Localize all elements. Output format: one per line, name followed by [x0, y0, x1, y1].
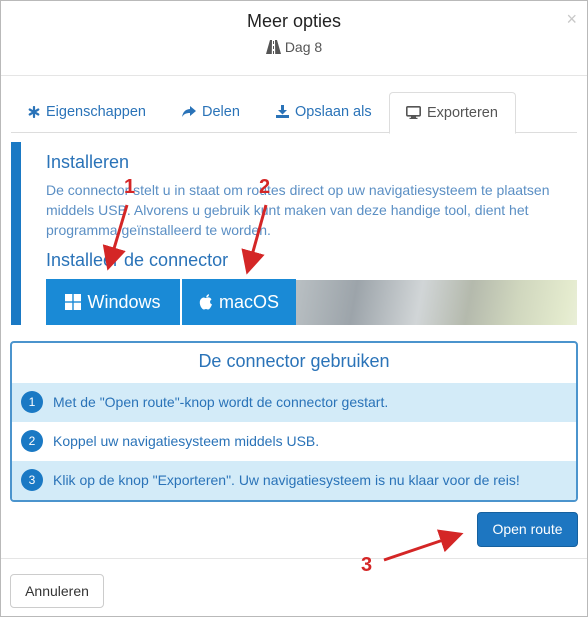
step-number-badge: 1 [21, 391, 43, 413]
step-text: Koppel uw navigatiesysteem middels USB. [53, 433, 320, 449]
tab-eigenschappen[interactable]: Eigenschappen [28, 92, 146, 133]
usage-step: 2 Koppel uw navigatiesysteem middels USB… [12, 422, 576, 461]
open-route-button[interactable]: Open route [477, 512, 578, 547]
tab-opslaan-als[interactable]: Opslaan als [276, 92, 372, 133]
install-connector-heading: Installeer de connector [46, 250, 229, 270]
dialog-header: Meer opties Dag 8 × [1, 1, 587, 76]
step-text: Met de "Open route"-knop wordt de connec… [53, 394, 389, 410]
background-photo [276, 280, 577, 325]
annotation-number-1: 1 [124, 176, 136, 198]
tab-label: Opslaan als [295, 104, 372, 120]
road-icon [265, 40, 281, 57]
dialog-subtitle: Dag 8 [1, 39, 587, 57]
tab-label: Exporteren [427, 105, 498, 121]
step-number-badge: 2 [21, 430, 43, 452]
close-icon[interactable]: × [566, 9, 577, 30]
step-text: Klik op de knop "Exporteren". Uw navigat… [53, 472, 520, 488]
cancel-button[interactable]: Annuleren [10, 574, 104, 608]
day-label: Dag 8 [284, 39, 323, 55]
step-number-badge: 3 [21, 469, 43, 491]
usage-step: 3 Klik op de knop "Exporteren". Uw navig… [12, 461, 576, 500]
dialog-title: Meer opties [246, 11, 342, 31]
tab-label: Delen [202, 104, 240, 120]
tab-label: Eigenschappen [46, 104, 146, 120]
usage-heading: De connector gebruiken [198, 351, 390, 371]
share-icon [182, 94, 196, 134]
footer-divider [1, 558, 587, 559]
desktop-icon [406, 95, 421, 135]
windows-button[interactable]: Windows [46, 279, 180, 325]
tab-bar: Eigenschappen Delen Opslaan als Exporter… [11, 92, 577, 134]
install-panel: Installeren De connector stelt u in staa… [11, 142, 577, 325]
download-icon [276, 94, 289, 134]
apple-icon [199, 281, 213, 325]
macos-button[interactable]: macOS [182, 279, 296, 325]
asterisk-icon [28, 94, 40, 134]
annotation-number-2: 2 [259, 176, 271, 198]
usage-panel: De connector gebruiken 1 Met de "Open ro… [10, 341, 578, 502]
tab-exporteren[interactable]: Exporteren [389, 92, 516, 134]
tab-delen[interactable]: Delen [182, 92, 240, 133]
macos-label: macOS [218, 292, 279, 312]
annotation-number-3: 3 [361, 554, 373, 576]
usage-step: 1 Met de "Open route"-knop wordt de conn… [12, 383, 576, 422]
windows-icon [65, 281, 82, 325]
more-options-dialog: Meer opties Dag 8 × Eigenschappen Delen … [0, 0, 588, 617]
install-heading: Installeren [46, 152, 130, 172]
windows-label: Windows [87, 292, 161, 312]
